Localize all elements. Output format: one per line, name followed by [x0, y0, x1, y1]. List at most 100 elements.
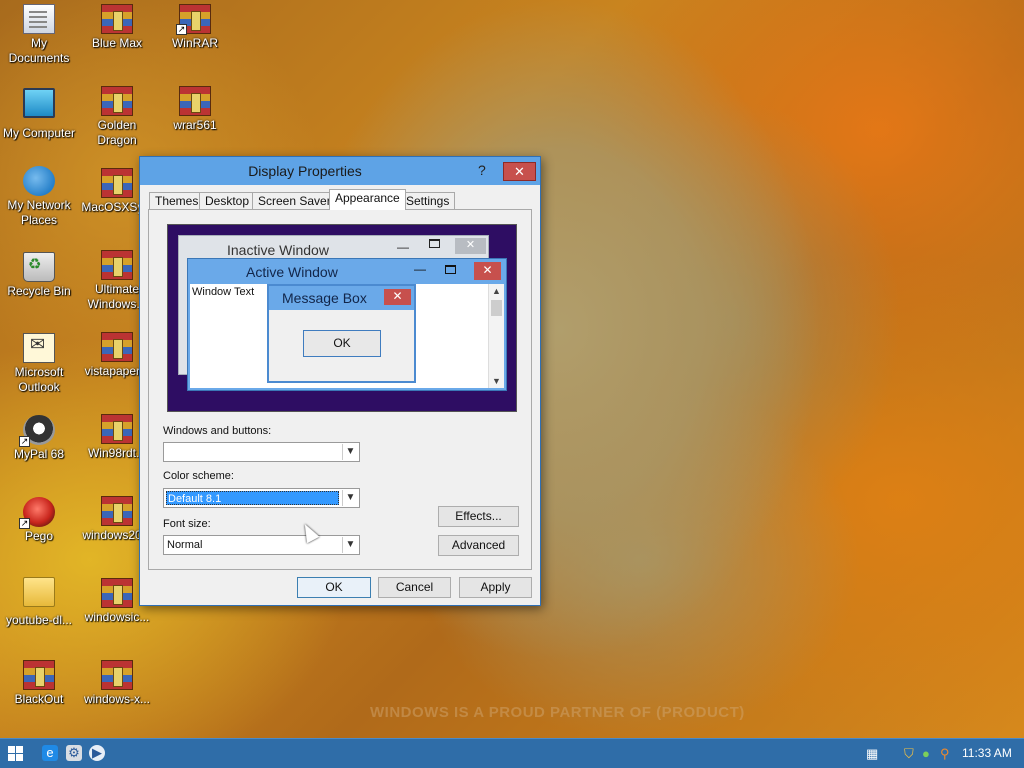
- chevron-down-icon[interactable]: ▼: [342, 490, 358, 506]
- tab-screen-saver[interactable]: Screen Saver: [252, 192, 337, 210]
- winrar-archive-icon: [101, 168, 133, 198]
- desktop-icon-windows-x[interactable]: windows-x...: [78, 660, 156, 707]
- cancel-button[interactable]: Cancel: [378, 577, 451, 598]
- scroll-down-icon: ▼: [492, 376, 501, 386]
- desktop-icon-my-network-places[interactable]: My Network Places: [0, 166, 78, 228]
- winrar-archive-icon: [23, 660, 55, 690]
- folder-icon: [23, 577, 55, 607]
- pego-icon: ↗: [19, 497, 55, 529]
- search-icon[interactable]: ⚲: [940, 746, 950, 762]
- shortcut-arrow-icon: ↗: [176, 24, 187, 35]
- desktop-icon-my-computer[interactable]: My Computer: [0, 88, 78, 141]
- outlook-icon: [23, 333, 55, 363]
- desktop-icon-pego[interactable]: ↗ Pego: [0, 497, 78, 544]
- desktop-icon-label: MyPal 68: [13, 447, 65, 461]
- tab-themes[interactable]: Themes: [149, 192, 205, 210]
- apply-button[interactable]: Apply: [459, 577, 532, 598]
- network-status-icon[interactable]: ●: [922, 746, 930, 762]
- media-player-icon[interactable]: ▶: [89, 745, 105, 761]
- preview-window-text: Window Text: [192, 286, 255, 298]
- desktop-icon-golden-dragon[interactable]: Golden Dragon: [78, 86, 156, 148]
- appearance-panel: Inactive Window — ✕ Active Window — ✕ Wi…: [148, 209, 532, 570]
- preview-message-box-title: Message Box: [282, 290, 367, 306]
- minimize-icon: —: [397, 240, 409, 254]
- desktop-icon-label: BlackOut: [14, 692, 64, 706]
- winrar-archive-icon: [101, 660, 133, 690]
- wallpaper-watermark: WINDOWS IS A PROUD PARTNER OF (PRODUCT): [370, 704, 745, 721]
- maximize-icon: [429, 239, 440, 248]
- close-icon: ✕: [384, 289, 411, 305]
- desktop-icon-microsoft-outlook[interactable]: Microsoft Outlook: [0, 333, 78, 395]
- font-size-select[interactable]: Normal ▼: [163, 535, 360, 555]
- start-button[interactable]: [8, 746, 23, 761]
- windows-logo-icon: [16, 754, 23, 761]
- desktop-icon-label: wrar561: [173, 118, 217, 132]
- maximize-icon: [445, 265, 456, 274]
- clock[interactable]: 11:33 AM: [962, 746, 1012, 760]
- winrar-archive-icon: [101, 578, 133, 608]
- desktop-icon-label: youtube-dl...: [5, 613, 73, 627]
- desktop-icon-label: Pego: [24, 529, 54, 543]
- desktop-icon-my-documents[interactable]: My Documents: [0, 4, 78, 66]
- winrar-archive-icon: [101, 86, 133, 116]
- winrar-archive-icon: [101, 332, 133, 362]
- shortcut-arrow-icon: ↗: [19, 518, 30, 529]
- shortcut-arrow-icon: ↗: [19, 436, 30, 447]
- close-icon: ✕: [514, 164, 525, 179]
- color-scheme-selection: Default 8.1: [166, 491, 339, 505]
- winrar-archive-icon: [101, 4, 133, 34]
- desktop-icon-blue-max[interactable]: Blue Max: [78, 4, 156, 51]
- close-icon: ✕: [474, 262, 501, 280]
- desktop-icon-mypal[interactable]: ↗ MyPal 68: [0, 415, 78, 462]
- close-button[interactable]: ✕: [503, 162, 536, 181]
- font-size-value: Normal: [167, 539, 203, 551]
- display-properties-dialog: Display Properties ? ✕ Themes Desktop Sc…: [139, 156, 541, 606]
- desktop-icon-wrar561[interactable]: wrar561: [156, 86, 234, 133]
- help-button[interactable]: ?: [478, 162, 486, 178]
- winrar-shortcut-icon: ↗: [176, 4, 211, 35]
- winrar-archive-icon: [179, 86, 211, 116]
- desktop-icon-label: windows-x...: [83, 692, 151, 706]
- scroll-thumb: [491, 300, 502, 316]
- advanced-button[interactable]: Advanced: [438, 535, 519, 556]
- explorer-icon[interactable]: ⚙: [66, 745, 82, 761]
- desktop-icon-label: Blue Max: [91, 36, 143, 50]
- network-icon: [23, 166, 55, 196]
- appearance-preview[interactable]: Inactive Window — ✕ Active Window — ✕ Wi…: [167, 224, 517, 412]
- ok-button[interactable]: OK: [297, 577, 371, 598]
- desktop-icon-youtube-dl[interactable]: youtube-dl...: [0, 577, 78, 628]
- windows-logo-icon: [8, 754, 15, 761]
- chevron-down-icon[interactable]: ▼: [342, 537, 358, 553]
- security-shield-icon[interactable]: ⛉: [904, 746, 914, 762]
- tab-desktop[interactable]: Desktop: [199, 192, 256, 210]
- taskbar: e ⚙ ▶ ▦ ⛉ ● ⚲ 11:33 AM: [0, 738, 1024, 768]
- internet-explorer-icon[interactable]: e: [42, 745, 58, 761]
- desktop-icon-label: My Documents: [8, 36, 70, 65]
- preview-message-box-titlebar: Message Box ✕: [269, 286, 414, 310]
- color-scheme-label: Color scheme:: [163, 470, 234, 482]
- dialog-title: Display Properties: [248, 163, 362, 179]
- desktop-icon-label: My Computer: [2, 126, 76, 140]
- winrar-archive-icon: [101, 496, 133, 526]
- windows-buttons-select[interactable]: ▼: [163, 442, 360, 462]
- color-scheme-select[interactable]: Default 8.1 ▼: [163, 488, 360, 508]
- winrar-archive-icon: [101, 414, 133, 444]
- computer-icon: [23, 88, 55, 118]
- minimize-icon: —: [414, 262, 426, 276]
- chevron-down-icon[interactable]: ▼: [342, 444, 358, 460]
- font-size-label: Font size:: [163, 518, 211, 530]
- desktop-icon-blackout[interactable]: BlackOut: [0, 660, 78, 707]
- tab-settings[interactable]: Settings: [400, 192, 456, 210]
- mypal-icon: ↗: [19, 415, 55, 447]
- windows-logo-icon: [16, 746, 23, 753]
- tab-appearance[interactable]: Appearance: [329, 189, 406, 210]
- desktop-icon-label: windowsic...: [84, 610, 150, 624]
- desktop-icon-recycle-bin[interactable]: Recycle Bin: [0, 252, 78, 299]
- recycle-bin-icon: [23, 252, 55, 282]
- keyboard-icon[interactable]: ▦: [866, 746, 878, 762]
- dialog-titlebar[interactable]: Display Properties ? ✕: [140, 157, 540, 185]
- effects-button[interactable]: Effects...: [438, 506, 519, 527]
- desktop-icon-label: Microsoft Outlook: [14, 365, 64, 394]
- desktop-icon-winrar[interactable]: ↗ WinRAR: [156, 4, 234, 51]
- desktop-icon-label: Recycle Bin: [7, 284, 71, 298]
